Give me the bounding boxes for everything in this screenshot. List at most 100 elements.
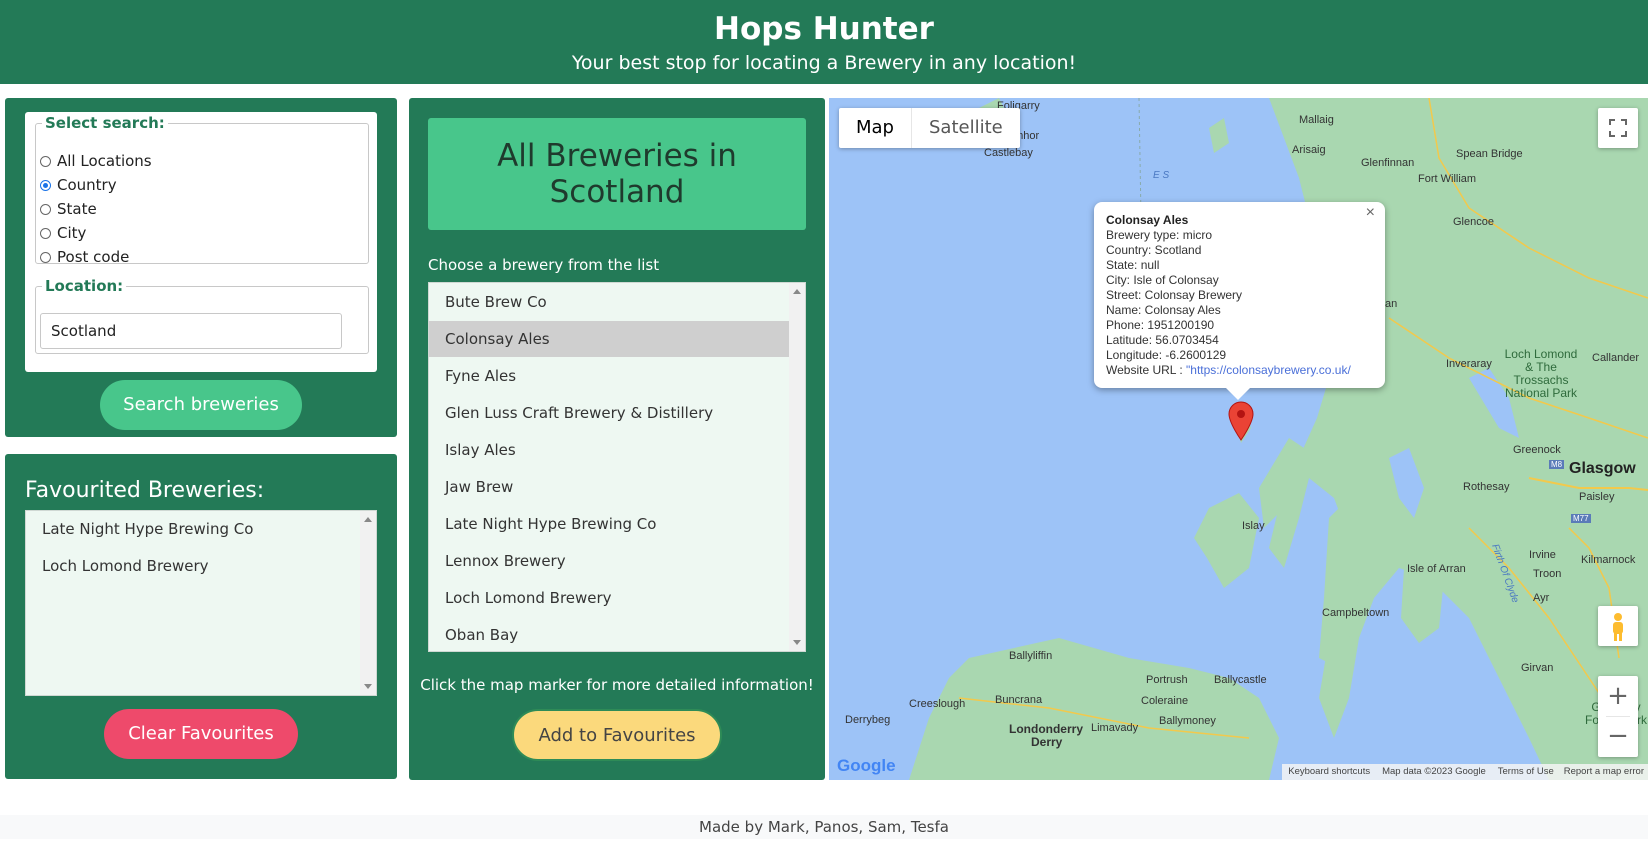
place-label: Coleraine [1141,695,1189,707]
map-type-satellite-button[interactable]: Satellite [911,108,1020,148]
place-label: Derry [1031,735,1063,749]
place-label: Castlebay [984,147,1033,159]
location-legend: Location: [45,277,124,295]
favourites-title: Favourited Breweries: [25,478,265,503]
info-title: Colonsay Ales [1106,213,1189,227]
favourite-item[interactable]: Late Night Hype Brewing Co [26,511,362,547]
place-label: Derrybeg [845,714,891,726]
add-to-favourites-button[interactable]: Add to Favourites [512,709,722,761]
place-label: Rothesay [1463,481,1510,493]
place-label: Glasgow [1569,460,1636,477]
terms-link[interactable]: Terms of Use [1492,764,1560,780]
brewery-item[interactable]: Fyne Ales [429,358,789,394]
info-line: Name: Colonsay Ales [1106,303,1221,317]
site-subtitle: Your best stop for locating a Brewery in… [571,52,1077,74]
zoom-in-icon[interactable]: + [1598,676,1638,716]
radio-all-locations[interactable]: All Locations [40,150,152,172]
place-label: Troon [1533,568,1562,580]
place-label: Kilmarnock [1581,554,1636,566]
brewery-item[interactable]: Jaw Brew [429,469,789,505]
info-line: State: null [1106,258,1160,272]
brewery-list[interactable]: Bute Brew Co Colonsay Ales Fyne Ales Gle… [428,282,806,652]
map-attribution: Keyboard shortcuts Map data ©2023 Google… [1282,764,1648,780]
place-label: Ayr [1533,592,1550,604]
brewery-list-scrollbar[interactable] [789,283,805,651]
brewery-item[interactable]: Oban Bay [429,617,789,651]
scroll-down-icon[interactable] [793,640,801,645]
map-type-map-button[interactable]: Map [839,108,911,148]
map-marker-hint: Click the map marker for more detailed i… [420,676,814,694]
radio-city[interactable]: City [40,222,86,244]
brewery-item[interactable]: Lennox Brewery [429,543,789,579]
road-sign-m77: M77 [1571,514,1591,523]
favourite-item[interactable]: Loch Lomond Brewery [26,548,362,584]
brewery-item[interactable]: Bute Brew Co [429,284,789,320]
info-line: City: Isle of Colonsay [1106,273,1219,287]
place-label: Campbeltown [1322,607,1390,619]
breweries-panel: All Breweries in Scotland Choose a brewe… [409,98,825,780]
radio-button[interactable] [40,227,51,239]
place-label: Portrush [1146,674,1188,686]
place-label: Ballycastle [1214,674,1267,686]
website-link[interactable]: "https://colonsaybrewery.co.uk/ [1186,363,1351,377]
radio-state[interactable]: State [40,198,97,220]
place-label: Inveraray [1446,358,1492,370]
street-view-button[interactable] [1598,606,1638,646]
brewery-item-selected[interactable]: Colonsay Ales [429,321,789,357]
brewery-marker-icon[interactable] [1227,401,1255,441]
radio-button[interactable] [40,155,51,167]
info-line: Phone: 1951200190 [1106,318,1215,332]
place-label: Creeslough [909,698,966,710]
clear-favourites-button[interactable]: Clear Favourites [104,709,298,759]
place-label: Glenfinnan [1361,157,1415,169]
scroll-up-icon[interactable] [364,517,372,522]
site-header: Hops Hunter Your best stop for locating … [0,0,1648,84]
report-error-link[interactable]: Report a map error [1560,764,1648,780]
radio-post-code[interactable]: Post code [40,246,129,268]
brewery-info-window: × Colonsay Ales Brewery type: micro Coun… [1094,202,1385,400]
place-label: Arisaig [1292,144,1326,156]
place-label: Londonderry [1009,722,1083,736]
zoom-out-icon[interactable]: − [1598,717,1638,757]
map-view[interactable]: Foligarry Ardmhor Castlebay E S Mallaig … [829,98,1648,780]
place-label: Girvan [1521,662,1554,674]
pegman-icon [1613,613,1623,641]
site-title: Hops Hunter [714,11,934,47]
place-label: Ballyliffin [1009,650,1053,662]
brewery-item[interactable]: Late Night Hype Brewing Co [429,506,789,542]
scroll-down-icon[interactable] [364,684,372,689]
fullscreen-icon [1609,119,1627,137]
brewery-item[interactable]: Loch Lomond Brewery [429,580,789,616]
place-label: Greenock [1513,444,1561,456]
brewery-list-prompt: Choose a brewery from the list [428,256,660,274]
location-input[interactable]: Scotland [40,313,342,349]
radio-country[interactable]: Country [40,174,117,196]
radio-button-checked[interactable] [40,179,51,191]
place-label: Buncrana [995,694,1043,706]
place-label: Limavady [1091,722,1139,734]
radio-button[interactable] [40,251,51,263]
search-breweries-button[interactable]: Search breweries [100,380,302,430]
place-label: Ballymoney [1159,715,1216,727]
place-label: Callander [1592,352,1640,364]
favourites-scrollbar[interactable] [360,511,376,695]
favourites-list[interactable]: Late Night Hype Brewing Co Loch Lomond B… [25,510,377,696]
fullscreen-button[interactable] [1598,108,1638,148]
google-logo: Google [837,756,896,775]
search-panel: Select search: All Locations Country Sta… [5,98,397,437]
place-label: Paisley [1579,491,1615,503]
brewery-item[interactable]: Islay Ales [429,432,789,468]
favourites-panel: Favourited Breweries: Late Night Hype Br… [5,454,397,779]
place-label: Spean Bridge [1456,148,1523,160]
scroll-up-icon[interactable] [793,289,801,294]
info-website-row: Website URL : "https://colonsaybrewery.c… [1106,363,1351,378]
place-label: E S [1153,170,1170,181]
search-type-fieldset: Select search: All Locations Country Sta… [35,114,369,266]
keyboard-shortcuts-link[interactable]: Keyboard shortcuts [1282,764,1376,780]
road-sign-m8: M8 [1549,460,1565,469]
brewery-item[interactable]: Glen Luss Craft Brewery & Distillery [429,395,789,431]
radio-button[interactable] [40,203,51,215]
close-icon[interactable]: × [1366,204,1375,222]
map-type-control[interactable]: Map Satellite [839,108,1020,148]
breweries-heading-box: All Breweries in Scotland [428,118,806,230]
